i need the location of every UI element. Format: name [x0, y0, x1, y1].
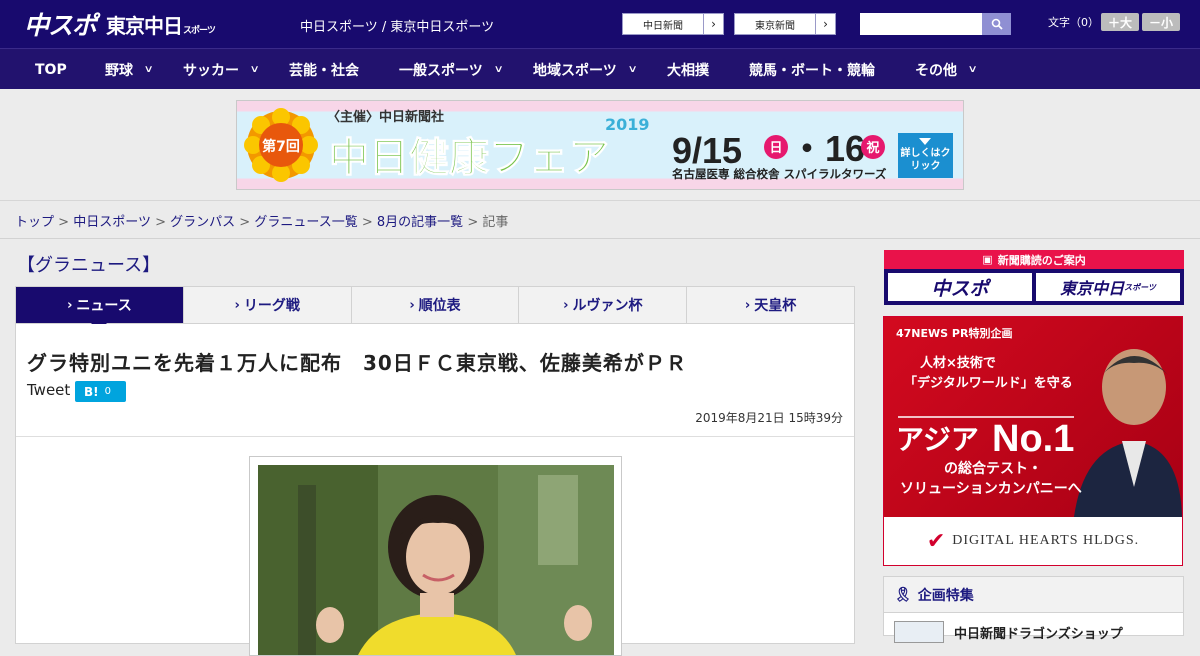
chevron-down-icon: ∨ — [143, 64, 154, 75]
search-icon — [991, 18, 1003, 30]
ad-line3b: No.1 — [992, 418, 1074, 460]
font-smaller-button[interactable]: －小 — [1142, 13, 1180, 31]
nav-item-general-sports[interactable]: 一般スポーツ ∨ — [399, 49, 504, 90]
banner-date-sep: ・16 — [789, 128, 865, 169]
article-photo[interactable] — [258, 465, 614, 655]
section-title: 【グラニュース】 — [17, 255, 161, 276]
sidebar-ad[interactable]: 47NEWS PR特別企画 人材×技術で 「デジタルワールド」を守る アジア N… — [883, 316, 1183, 566]
hatena-bookmark-button[interactable]: B! 0 — [75, 381, 126, 402]
banner-artwork: 第7回 〈主催〉中日新聞社 2019 中日健康フェア 9/15 日 ・16 祝 … — [244, 108, 953, 182]
subscribe-chuspo-logo[interactable]: 中スポ — [888, 273, 1032, 301]
article-panel: グラ特別ユニを先着１万人に配布 30日ＦＣ東京戦、佐藤美希がＰＲ Tweet B… — [15, 324, 855, 656]
breadcrumb-chunichi-sports[interactable]: 中日スポーツ — [73, 215, 151, 230]
chevron-right-icon: › — [409, 297, 415, 313]
ad-line4: の総合テスト・ — [944, 460, 1042, 477]
chunichi-shimbun-link[interactable]: 中日新聞 › — [622, 13, 724, 35]
article-photo-frame — [249, 456, 622, 656]
ad-visual: 47NEWS PR特別企画 人材×技術で 「デジタルワールド」を守る アジア N… — [884, 317, 1182, 517]
feature-item[interactable]: 中日新聞ドラゴンズショップ — [894, 621, 1123, 643]
nav-item-soccer[interactable]: サッカー ∨ — [183, 49, 260, 90]
hatena-count: 0 — [104, 386, 111, 397]
banner-cta[interactable]: 詳しくはクリック — [898, 147, 953, 173]
breadcrumb-august-list[interactable]: 8月の記事一覧 — [377, 215, 463, 230]
chevron-down-icon: ∨ — [627, 64, 638, 75]
subscription-box[interactable]: ▣ 新聞購読のご案内 中スポ 東京中日 スポーツ — [884, 250, 1184, 305]
search-input[interactable] — [860, 13, 982, 35]
banner-day2: 祝 — [866, 140, 879, 156]
main-nav: TOP 野球 ∨ サッカー ∨ 芸能・社会 一般スポーツ ∨ 地域スポーツ ∨ 大相撲 … — [0, 48, 1200, 89]
breadcrumb-grampus[interactable]: グランパス — [170, 215, 235, 230]
chevron-down-icon: ∨ — [967, 64, 978, 75]
font-larger-button[interactable]: ＋大 — [1101, 13, 1139, 31]
nav-item-baseball[interactable]: 野球 ∨ — [105, 49, 154, 90]
ad-line1: 人材×技術で — [920, 355, 996, 371]
tab-league[interactable]: › リーグ戦 — [184, 287, 352, 323]
ribbon-icon: 🎗 — [894, 586, 912, 603]
tokyo-shimbun-link[interactable]: 東京新聞 › — [734, 13, 836, 35]
chevron-right-icon: › — [563, 297, 569, 313]
search-button[interactable] — [982, 13, 1011, 35]
checkmark-icon: ✔ — [926, 528, 947, 553]
hatena-icon: B! — [84, 384, 99, 399]
divider — [16, 436, 854, 437]
ad-company-logo: ✔ DIGITAL HEARTS HLDGS. — [884, 517, 1182, 565]
breadcrumb-top[interactable]: トップ — [15, 215, 54, 230]
photo-image — [258, 465, 614, 655]
ad-line3: アジア — [896, 423, 979, 456]
nav-item-racing[interactable]: 競馬・ボート・競輪 — [749, 49, 875, 90]
logo-tokyo-chunichi: 東京中日スポーツ — [106, 13, 216, 38]
tab-standings[interactable]: › 順位表 — [352, 287, 520, 323]
chevron-right-icon: › — [815, 14, 835, 34]
breadcrumb-news-list[interactable]: グラニュース一覧 — [254, 215, 357, 230]
article-date: 2019年8月21日 15時39分 — [695, 411, 843, 425]
banner-organizer: 〈主催〉中日新聞社 — [327, 109, 444, 125]
site-logo[interactable]: 中スポ 東京中日スポーツ — [24, 8, 216, 40]
ad-artwork: 47NEWS PR特別企画 人材×技術で 「デジタルワールド」を守る アジア N… — [896, 326, 1182, 517]
banner-day1: 日 — [769, 141, 782, 156]
tab-emperors-cup[interactable]: › 天皇杯 — [687, 287, 854, 323]
tab-levain-cup[interactable]: › ルヴァン杯 — [519, 287, 688, 323]
divider — [0, 238, 1200, 239]
health-fair-banner[interactable]: 第7回 〈主催〉中日新聞社 2019 中日健康フェア 9/15 日 ・16 祝 … — [236, 100, 964, 190]
tweet-button[interactable]: Tweet — [27, 381, 70, 399]
banner-venue: 名古屋医専 総合校舎 スパイラルタワーズ — [672, 167, 887, 181]
font-size-label: 文字（0） — [1048, 16, 1099, 29]
nav-item-sumo[interactable]: 大相撲 — [667, 49, 709, 90]
breadcrumb-current: 記事 — [482, 215, 509, 230]
ad-tag: 47NEWS PR特別企画 — [896, 326, 1012, 340]
banner-date-main: 9/15 — [672, 130, 742, 171]
chevron-right-icon: › — [703, 14, 723, 34]
banner-year: 2019 — [605, 115, 650, 134]
chevron-down-icon: ∨ — [249, 64, 260, 75]
chevron-down-icon: ∨ — [493, 64, 504, 75]
subscribe-tokyo-chunichi-logo[interactable]: 東京中日 スポーツ — [1036, 273, 1180, 301]
banner-badge: 第7回 — [262, 138, 300, 155]
nav-item-other[interactable]: その他 ∨ — [915, 49, 978, 90]
feature-box: 🎗 企画特集 中日新聞ドラゴンズショップ — [883, 576, 1184, 643]
feature-thumbnail — [894, 621, 944, 643]
chevron-right-icon: › — [234, 297, 240, 313]
breadcrumb: トップ > 中日スポーツ > グランパス > グラニュース一覧 > 8月の記事一… — [15, 215, 509, 230]
chevron-right-icon: › — [67, 297, 73, 313]
ad-line5: ソリューションカンパニーへ — [900, 481, 1082, 497]
article-headline: グラ特別ユニを先着１万人に配布 30日ＦＣ東京戦、佐藤美希がＰＲ — [27, 351, 687, 375]
site-tagline: 中日スポーツ / 東京中日スポーツ — [300, 20, 495, 35]
top-header-bar: 中スポ 東京中日スポーツ 中日スポーツ / 東京中日スポーツ 中日新聞 › 東京… — [0, 0, 1200, 48]
subscription-header: ▣ 新聞購読のご案内 — [884, 250, 1184, 269]
nav-item-local-sports[interactable]: 地域スポーツ ∨ — [533, 49, 638, 90]
tab-news[interactable]: › ニュース — [16, 287, 184, 331]
nav-item-entertainment[interactable]: 芸能・社会 — [289, 49, 359, 90]
ad-line2: 「デジタルワールド」を守る — [904, 375, 1073, 391]
newspaper-icon: ▣ — [982, 253, 993, 266]
banner-title: 中日健康フェア — [329, 135, 609, 181]
chevron-right-icon: › — [744, 297, 751, 313]
nav-item-top[interactable]: TOP — [35, 49, 67, 90]
feature-header: 🎗 企画特集 — [884, 577, 1183, 613]
section-tabs: › ニュース › リーグ戦 › 順位表 › ルヴァン杯 › 天皇杯 — [15, 286, 855, 331]
logo-chuspo: 中スポ — [24, 11, 97, 40]
